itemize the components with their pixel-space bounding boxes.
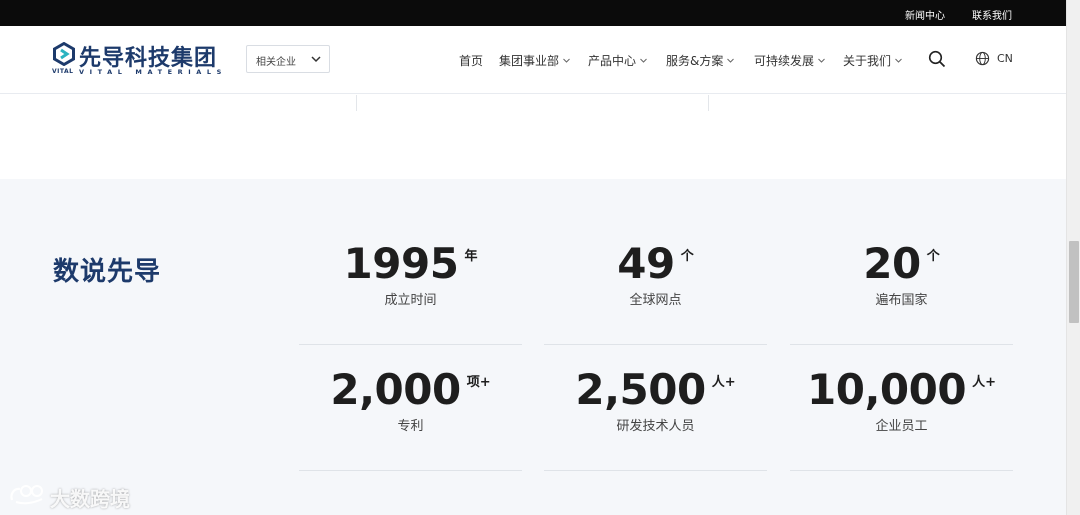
- nav-products[interactable]: 产品中心: [588, 52, 648, 69]
- top-utility-bar: 新闻中心 联系我们: [0, 0, 1066, 26]
- stat-value: 2,000: [330, 365, 461, 414]
- stats-section: 数说先导 1995 年 成立时间 49 个 全球网点 20 个 遍布国家 2,000 项…: [0, 179, 1066, 515]
- site-header: 先导科技集团 VITAL VITAL MATERIALS 相关企业 首页 集团事…: [0, 26, 1066, 94]
- stat-divider: [790, 470, 1013, 471]
- stat-unit: 项+: [466, 375, 491, 390]
- nav-services-label: 服务&方案: [666, 54, 724, 68]
- nav-about-label: 关于我们: [843, 54, 892, 68]
- stat-divider: [544, 470, 767, 471]
- section-title: 数说先导: [53, 257, 162, 287]
- logo-mark-icon: [53, 42, 75, 66]
- nav-sustainability[interactable]: 可持续发展: [754, 52, 826, 69]
- brand-logo[interactable]: 先导科技集团 VITAL VITAL MATERIALS: [52, 42, 232, 78]
- chevron-down-icon: [818, 58, 825, 63]
- nav-divisions-label: 集团事业部: [499, 54, 560, 68]
- scrollbar-thumb[interactable]: [1069, 241, 1079, 323]
- stat-label: 成立时间: [384, 293, 437, 308]
- stat-divider: [299, 470, 522, 471]
- stat-unit: 人+: [972, 375, 996, 390]
- stat-card: 2,500 人+ 研发技术人员: [544, 365, 767, 471]
- stat-label: 遍布国家: [875, 293, 928, 308]
- stat-value-wrap: 1995 年: [299, 239, 522, 289]
- contact-us-link[interactable]: 联系我们: [972, 7, 1012, 22]
- nav-products-label: 产品中心: [588, 54, 637, 68]
- watermark-text: 大数跨境: [50, 487, 130, 511]
- stat-value-wrap: 10,000 人+: [790, 365, 1013, 415]
- chevron-down-icon: [563, 58, 570, 63]
- nav-services[interactable]: 服务&方案: [666, 52, 735, 69]
- stat-card: 1995 年 成立时间: [299, 239, 522, 345]
- stat-value-wrap: 20 个: [790, 239, 1013, 289]
- nav-sustainability-label: 可持续发展: [754, 54, 815, 68]
- chevron-down-icon: [640, 58, 647, 63]
- stat-value: 20: [863, 239, 921, 288]
- nav-divisions[interactable]: 集团事业部: [499, 52, 571, 69]
- logo-english-name: VITAL MATERIALS: [79, 68, 227, 76]
- stat-value-wrap: 2,500 人+: [544, 365, 767, 415]
- stat-label: 研发技术人员: [616, 419, 695, 434]
- stat-label: 企业员工: [875, 419, 928, 434]
- stat-value: 10,000: [807, 365, 967, 414]
- stat-value: 1995: [343, 239, 459, 288]
- chevron-down-icon: [311, 56, 321, 63]
- stat-divider: [790, 344, 1013, 345]
- news-center-link[interactable]: 新闻中心: [905, 7, 945, 22]
- stat-card: 10,000 人+ 企业员工: [790, 365, 1013, 471]
- related-companies-select[interactable]: 相关企业: [246, 45, 330, 73]
- stat-card: 2,000 项+ 专利: [299, 365, 522, 471]
- column-divider: [356, 95, 357, 111]
- language-code: CN: [997, 52, 1013, 65]
- stat-unit: 人+: [711, 375, 736, 390]
- logo-short-name: VITAL: [52, 68, 74, 75]
- vertical-scrollbar[interactable]: [1066, 0, 1080, 515]
- watermark-logo-icon: [10, 485, 43, 505]
- nav-home[interactable]: 首页: [459, 52, 483, 69]
- nav-about[interactable]: 关于我们: [843, 52, 903, 69]
- stat-value: 2,500: [575, 365, 706, 414]
- stat-unit: 个: [680, 249, 694, 264]
- related-companies-label: 相关企业: [256, 57, 296, 68]
- stat-value: 49: [617, 239, 675, 288]
- nav-home-label: 首页: [459, 54, 484, 68]
- stat-value-wrap: 49 个: [544, 239, 767, 289]
- chevron-down-icon: [895, 58, 902, 63]
- stat-unit: 年: [464, 249, 478, 264]
- previous-section-remnant: [0, 95, 1066, 179]
- column-divider: [708, 95, 709, 111]
- stat-card: 49 个 全球网点: [544, 239, 767, 345]
- globe-icon: [975, 51, 990, 66]
- stat-label: 专利: [397, 419, 424, 434]
- stat-label: 全球网点: [629, 293, 682, 308]
- search-icon[interactable]: [928, 50, 946, 68]
- stat-card: 20 个 遍布国家: [790, 239, 1013, 345]
- stat-value-wrap: 2,000 项+: [299, 365, 522, 415]
- stat-unit: 个: [926, 249, 940, 264]
- stat-divider: [544, 344, 767, 345]
- stat-divider: [299, 344, 522, 345]
- chevron-down-icon: [727, 58, 735, 63]
